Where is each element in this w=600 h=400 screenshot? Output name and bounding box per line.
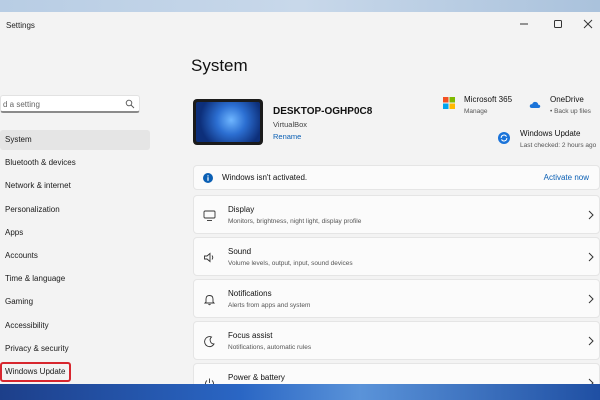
- card-notifications[interactable]: Notifications Alerts from apps and syste…: [193, 279, 600, 318]
- chevron-right-icon: [588, 252, 594, 262]
- chevron-right-icon: [588, 336, 594, 346]
- chevron-right-icon: [588, 294, 594, 304]
- card-title: Power & battery: [228, 373, 285, 382]
- sidebar-item-gaming[interactable]: Gaming: [0, 292, 150, 312]
- desktop-background-bottom: [0, 384, 600, 400]
- rename-link[interactable]: Rename: [273, 132, 301, 141]
- minimize-icon: [520, 23, 528, 25]
- close-button[interactable]: [578, 14, 598, 34]
- sidebar-item-personalization[interactable]: Personalization: [0, 200, 150, 220]
- activation-message: Windows isn't activated.: [222, 173, 308, 182]
- microsoft-logo-icon[interactable]: [443, 97, 455, 109]
- sidebar-item-privacy-security[interactable]: Privacy & security: [0, 339, 150, 359]
- sidebar-item-time-language[interactable]: Time & language: [0, 269, 150, 289]
- monitor-icon: [203, 210, 216, 221]
- activation-banner: Windows isn't activated. Activate now: [193, 165, 600, 190]
- windows-update-sub: Last checked: 2 hours ago: [520, 142, 597, 149]
- sidebar-item-accessibility[interactable]: Accessibility: [0, 316, 150, 336]
- minimize-button[interactable]: [514, 14, 534, 34]
- windows-update-link[interactable]: Windows Update: [520, 129, 580, 138]
- card-title: Display: [228, 205, 255, 214]
- sidebar-item-accounts[interactable]: Accounts: [0, 246, 150, 266]
- device-model: VirtualBox: [273, 120, 308, 129]
- sidebar-nav: System Bluetooth & devices Network & int…: [0, 130, 150, 384]
- close-icon: [583, 19, 593, 29]
- maximize-icon: [554, 20, 562, 28]
- wallpaper-bloom-image: [196, 102, 260, 142]
- cloud-icon[interactable]: [529, 99, 541, 111]
- sidebar-item-apps[interactable]: Apps: [0, 223, 150, 243]
- card-power-battery[interactable]: Power & battery: [193, 363, 600, 384]
- card-display[interactable]: Display Monitors, brightness, night ligh…: [193, 195, 600, 234]
- card-subtitle: Notifications, automatic rules: [228, 344, 312, 351]
- sidebar-item-bluetooth-devices[interactable]: Bluetooth & devices: [0, 153, 150, 173]
- title-bar: Settings: [0, 12, 600, 40]
- device-name: DESKTOP-OGHP0C8: [273, 106, 373, 117]
- info-icon: [203, 173, 213, 183]
- microsoft365-sub: Manage: [464, 108, 488, 115]
- desktop-background-top: [0, 0, 600, 12]
- activate-now-link[interactable]: Activate now: [544, 173, 589, 182]
- search-icon[interactable]: [125, 99, 135, 109]
- sidebar-item-system[interactable]: System: [0, 130, 150, 150]
- settings-window: Settings System Bluetooth & devices Netw…: [0, 12, 600, 384]
- speaker-icon: [204, 252, 214, 263]
- moon-icon: [204, 336, 215, 348]
- card-subtitle: Alerts from apps and system: [228, 302, 311, 309]
- bell-icon: [203, 295, 216, 306]
- maximize-button[interactable]: [548, 14, 568, 34]
- search-input[interactable]: [3, 98, 121, 110]
- onedrive-link[interactable]: OneDrive: [550, 95, 584, 104]
- card-title: Focus assist: [228, 331, 273, 340]
- update-icon[interactable]: [498, 132, 510, 144]
- card-title: Sound: [228, 247, 252, 256]
- window-title: Settings: [6, 21, 35, 30]
- device-thumbnail: [193, 99, 263, 145]
- power-icon: [205, 378, 214, 384]
- card-focus-assist[interactable]: Focus assist Notifications, automatic ru…: [193, 321, 600, 360]
- card-title: Notifications: [228, 289, 272, 298]
- microsoft365-link[interactable]: Microsoft 365: [464, 95, 512, 104]
- page-title: System: [191, 56, 248, 75]
- onedrive-sub: • Back up files: [550, 108, 591, 115]
- sidebar-item-network-internet[interactable]: Network & internet: [0, 176, 150, 196]
- sidebar-item-windows-update[interactable]: Windows Update: [0, 361, 71, 382]
- settings-search-box[interactable]: [0, 95, 140, 113]
- card-subtitle: Monitors, brightness, night light, displ…: [228, 218, 362, 225]
- card-subtitle: Volume levels, output, input, sound devi…: [228, 260, 353, 267]
- chevron-right-icon: [588, 210, 594, 220]
- card-sound[interactable]: Sound Volume levels, output, input, soun…: [193, 237, 600, 276]
